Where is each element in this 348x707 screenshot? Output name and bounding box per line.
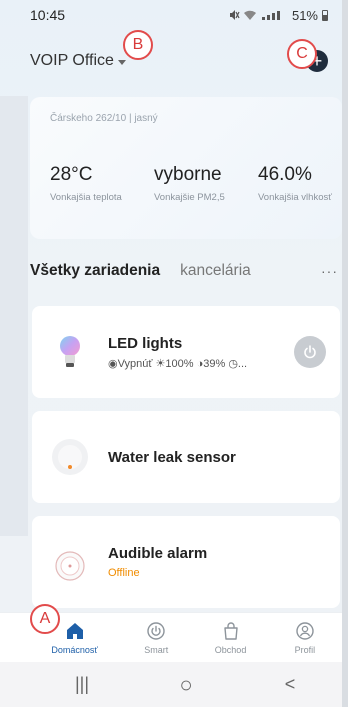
- screen-edge: [342, 0, 348, 707]
- nav-label: Obchod: [214, 645, 247, 655]
- battery-icon: [322, 9, 328, 21]
- background-panel: [0, 96, 28, 536]
- annotation-marker-b: B: [123, 30, 153, 60]
- weather-label: Vonkajšia vlhkosť: [258, 192, 332, 203]
- device-name: Water leak sensor: [108, 448, 236, 466]
- signal-icon: [260, 10, 288, 20]
- weather-value: vyborne: [154, 164, 222, 185]
- device-card-audible-alarm[interactable]: Audible alarm Offline: [32, 516, 340, 608]
- wifi-icon: [243, 10, 256, 20]
- caret-down-icon: [117, 59, 126, 65]
- profile-icon: [296, 622, 314, 640]
- device-info: LED lights ◉Vypnúť ☀100% ◑39% ◷...: [108, 335, 247, 370]
- nav-item-shop[interactable]: Obchod: [193, 613, 267, 662]
- more-options-button[interactable]: ···: [321, 263, 338, 279]
- device-info: Audible alarm Offline: [108, 545, 207, 579]
- weather-card[interactable]: Čárskeho 262/10 | jasný 28°C Vonkajšia t…: [30, 97, 342, 239]
- bulb-icon: [48, 330, 92, 374]
- home-selector[interactable]: VOIP Office: [30, 52, 126, 70]
- device-info: Water leak sensor: [108, 449, 236, 466]
- water-sensor-icon: [48, 435, 92, 479]
- power-icon: [304, 345, 316, 359]
- weather-label: Vonkajšia teplota: [50, 192, 122, 203]
- status-time: 10:45: [30, 7, 66, 23]
- recents-button[interactable]: |||: [62, 674, 102, 695]
- nav-label: Smart: [144, 645, 169, 655]
- nav-item-profile[interactable]: Profil: [268, 613, 342, 662]
- weather-value: 28°C: [50, 164, 93, 185]
- home-system-button[interactable]: ○: [166, 672, 206, 698]
- nav-label: Domácnosť: [51, 645, 98, 655]
- weather-stats: 28°C Vonkajšia teplota vyborne Vonkajšie…: [50, 164, 342, 203]
- phone-screen: 10:45 51% VOIP Office + Čárskeho 262/10 …: [0, 0, 348, 707]
- system-navigation-bar: ||| ○ <: [0, 662, 342, 707]
- room-tabs: Všetky zariadenia kancelária ···: [30, 258, 342, 284]
- device-status: ◉Vypnúť ☀100% ◑39% ◷...: [108, 357, 248, 370]
- weather-temperature: 28°C Vonkajšia teplota: [50, 164, 154, 203]
- alarm-icon: [48, 540, 92, 584]
- annotation-marker-a: A: [30, 604, 60, 634]
- device-name: Audible alarm: [108, 545, 208, 562]
- home-name: VOIP Office: [30, 52, 114, 69]
- nav-label: Profil: [294, 645, 316, 655]
- tab-all-devices[interactable]: Všetky zariadenia: [30, 262, 160, 280]
- back-button[interactable]: <: [270, 674, 310, 695]
- nav-item-smart[interactable]: Smart: [119, 613, 193, 662]
- weather-pm25: vyborne Vonkajšie PM2,5: [154, 164, 258, 203]
- device-card-led-lights[interactable]: LED lights ◉Vypnúť ☀100% ◑39% ◷...: [32, 306, 340, 398]
- tab-kancelaria[interactable]: kancelária: [180, 262, 251, 280]
- smart-icon: [147, 622, 165, 640]
- home-icon: [66, 623, 83, 639]
- weather-label: Vonkajšie PM2,5: [154, 192, 225, 203]
- mute-icon: [229, 10, 240, 20]
- status-bar: 10:45 51%: [0, 0, 342, 30]
- device-card-water-leak-sensor[interactable]: Water leak sensor: [32, 411, 340, 503]
- shop-bag-icon: [223, 622, 238, 640]
- weather-value: 46.0%: [258, 164, 312, 185]
- weather-humidity: 46.0% Vonkajšia vlhkosť: [258, 164, 332, 203]
- device-offline-status: Offline: [108, 567, 140, 579]
- power-button[interactable]: [294, 336, 326, 368]
- device-name: LED lights: [108, 334, 183, 352]
- annotation-marker-c: C: [287, 39, 317, 69]
- weather-location: Čárskeho 262/10 | jasný: [50, 113, 158, 124]
- status-icons: 51%: [228, 8, 328, 23]
- battery-percent: 51%: [291, 7, 318, 23]
